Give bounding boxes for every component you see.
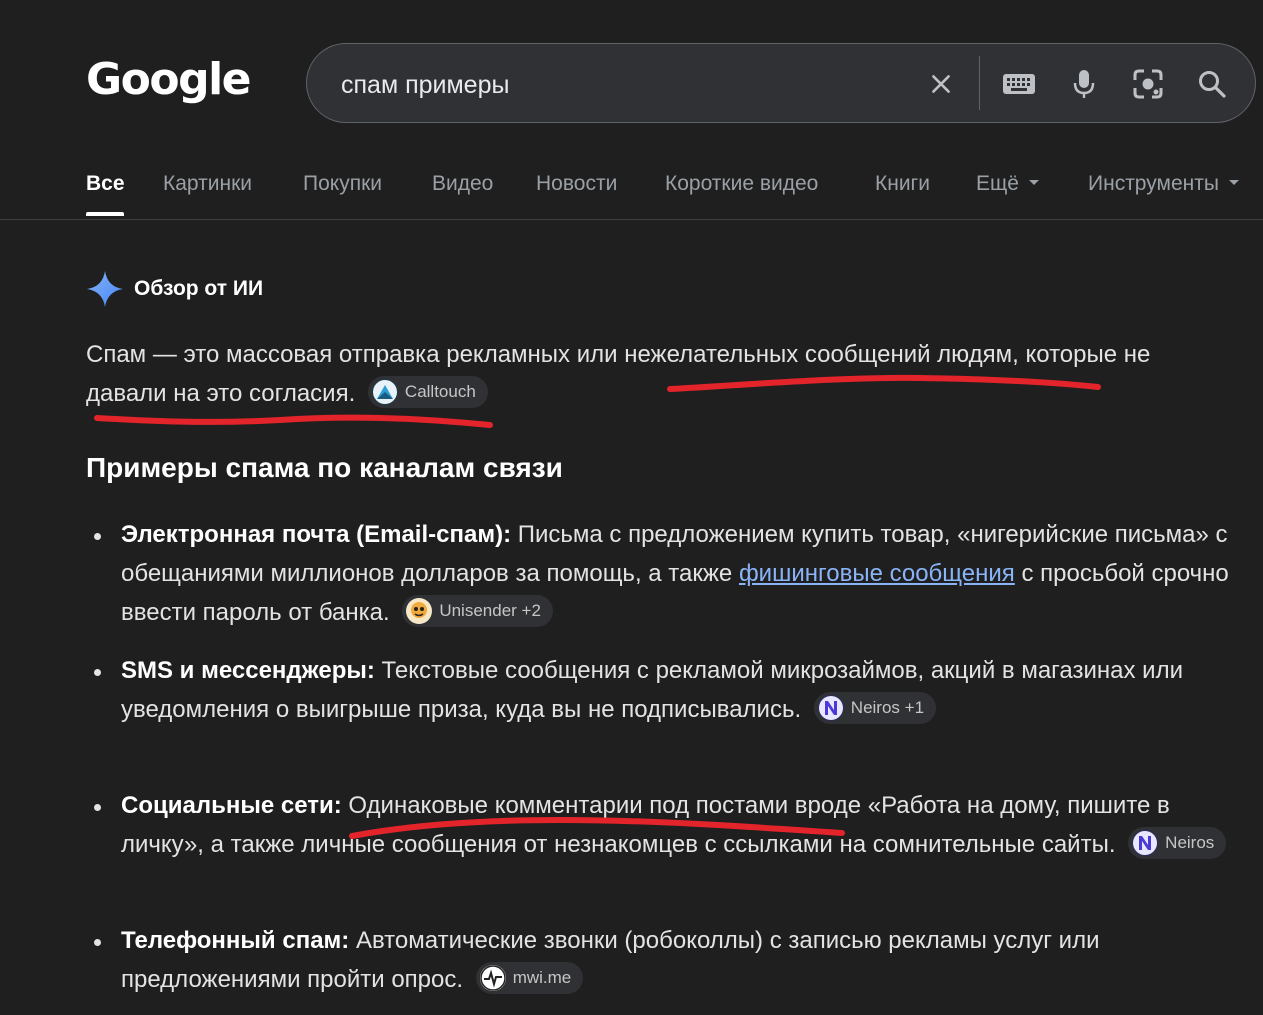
calltouch-icon bbox=[371, 378, 398, 405]
search-box[interactable] bbox=[306, 43, 1256, 123]
list-item-label: Телефонный спам: bbox=[121, 927, 350, 954]
list-item: Социальные сети: Одинаковые комментарии … bbox=[94, 786, 1241, 864]
bullet bbox=[94, 939, 101, 946]
list-item-label: SMS и мессенджеры: bbox=[121, 657, 375, 684]
phishing-link[interactable]: фишинговые сообщения bbox=[739, 560, 1015, 587]
list-item: Телефонный спам: Автоматические звонки (… bbox=[94, 921, 1241, 999]
active-tab-indicator bbox=[86, 212, 124, 216]
search-divider bbox=[979, 56, 980, 110]
source-chip[interactable]: mwi.me bbox=[475, 961, 584, 994]
search-input[interactable] bbox=[339, 64, 903, 106]
search-tabs: Все Картинки Покупки Видео Новости Корот… bbox=[0, 150, 1263, 220]
annotation-underline bbox=[94, 414, 493, 428]
tab-more-label: Ещё bbox=[976, 172, 1019, 195]
keyboard-icon[interactable] bbox=[1001, 66, 1037, 102]
sparkle-icon bbox=[86, 270, 124, 308]
list-item-label: Социальные сети: bbox=[121, 792, 342, 819]
tab-short-videos[interactable]: Короткие видео bbox=[665, 172, 818, 196]
source-chip-label: Calltouch bbox=[404, 381, 476, 401]
source-chip-label: Neiros +1 bbox=[850, 697, 925, 717]
chevron-down-icon bbox=[1028, 179, 1039, 185]
tab-images[interactable]: Картинки bbox=[163, 172, 252, 196]
tab-all[interactable]: Все bbox=[86, 172, 125, 196]
source-chip-label: mwi.me bbox=[512, 967, 572, 987]
microphone-icon[interactable] bbox=[1066, 66, 1102, 102]
bullet bbox=[94, 804, 101, 811]
bullet bbox=[94, 533, 101, 540]
tab-tools-label: Инструменты bbox=[1088, 172, 1219, 195]
neiros-icon bbox=[1132, 829, 1159, 856]
neiros-icon bbox=[817, 694, 844, 721]
source-chip-label: Unisender +2 bbox=[439, 600, 541, 620]
source-chip[interactable]: Unisender +2 bbox=[402, 594, 553, 627]
google-logo[interactable]: Google bbox=[86, 54, 252, 105]
list-item-label: Электронная почта (Email-спам): bbox=[121, 521, 512, 548]
ai-overview-title: Обзор от ИИ bbox=[134, 277, 264, 300]
source-chip[interactable]: Calltouch bbox=[367, 375, 488, 408]
mwi-icon bbox=[479, 964, 506, 991]
unisender-icon bbox=[406, 597, 433, 624]
list-item: Электронная почта (Email-спам): Письма с… bbox=[94, 515, 1241, 632]
tab-books[interactable]: Книги bbox=[875, 172, 930, 196]
clear-icon[interactable] bbox=[923, 66, 959, 102]
search-icon[interactable] bbox=[1194, 66, 1230, 102]
ai-overview-header: Обзор от ИИ bbox=[86, 270, 263, 308]
google-lens-icon[interactable] bbox=[1130, 66, 1166, 102]
tab-more[interactable]: Ещё bbox=[976, 172, 1039, 196]
source-chip-label: Neiros bbox=[1165, 832, 1215, 852]
tab-tools[interactable]: Инструменты bbox=[1088, 172, 1239, 196]
list-item: SMS и мессенджеры: Текстовые сообщения с… bbox=[94, 651, 1241, 729]
chevron-down-icon bbox=[1228, 179, 1239, 185]
source-chip[interactable]: Neiros bbox=[1128, 826, 1227, 859]
section-title: Примеры спама по каналам связи bbox=[86, 452, 563, 483]
tab-videos[interactable]: Видео bbox=[432, 172, 493, 196]
tab-shopping[interactable]: Покупки bbox=[303, 172, 382, 196]
source-chip[interactable]: Neiros +1 bbox=[813, 691, 937, 724]
tab-news[interactable]: Новости bbox=[536, 172, 617, 196]
ai-overview-intro: Спам — это массовая отправка рекламных и… bbox=[86, 335, 1226, 413]
bullet bbox=[94, 669, 101, 676]
intro-text: Спам — это массовая отправка рекламных и… bbox=[86, 341, 1151, 407]
